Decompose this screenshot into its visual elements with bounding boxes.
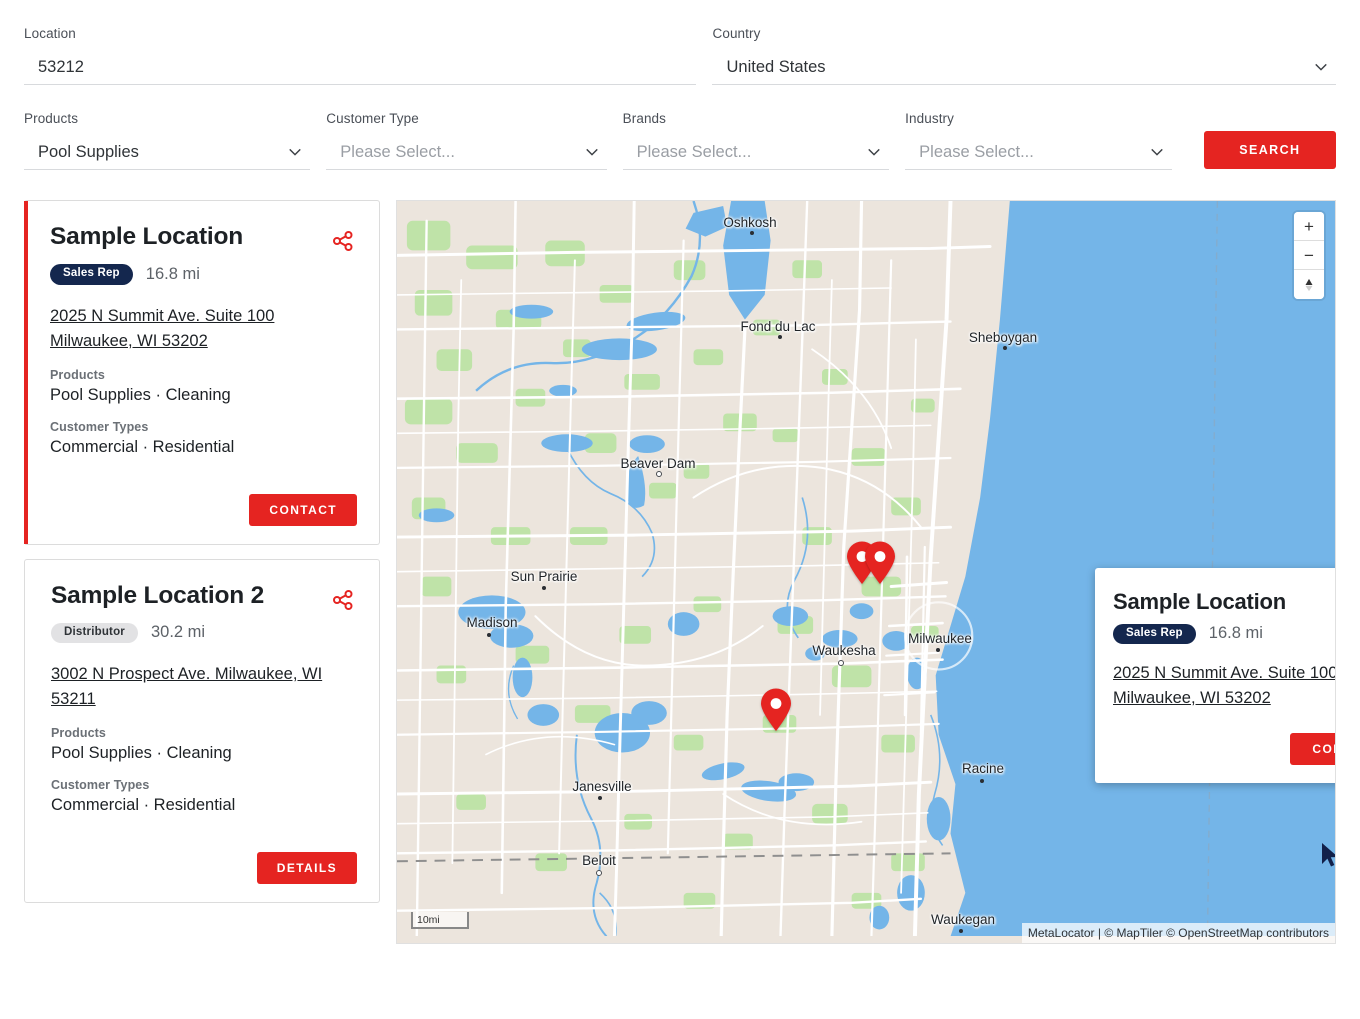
country-selected-value: United States: [712, 57, 1336, 77]
map-city-dot: [778, 335, 782, 339]
location-field: Location: [24, 26, 696, 85]
address-line-1: 2025 N Summit Ave. Suite 100: [50, 307, 274, 325]
search-button[interactable]: SEARCH: [1204, 131, 1336, 169]
products-selected-value: Pool Supplies: [24, 142, 310, 162]
map-city-dot: [750, 231, 754, 235]
address-line-2: Milwaukee, WI 53202: [1113, 689, 1271, 707]
map-city-dot: [936, 648, 940, 652]
map-city-dot: [656, 471, 662, 477]
results-list: Sample Location Sales Rep 16.8 mi: [24, 200, 380, 944]
products-group: Products Pool Supplies · Cleaning: [50, 368, 357, 406]
map-popup[interactable]: × Sample Location Sales Rep 16.8 mi 2025…: [1095, 568, 1336, 783]
customer-types-group-value: Commercial · Residential: [51, 794, 357, 816]
zoom-out-button[interactable]: −: [1294, 241, 1324, 270]
distance-text: 16.8 mi: [146, 265, 200, 284]
map-city-dot: [838, 660, 844, 666]
map-city-dot: [598, 796, 602, 800]
customer-type-field: Customer Type Please Select...: [326, 111, 606, 170]
customer-types-group-value: Commercial · Residential: [50, 436, 357, 458]
brands-field: Brands Please Select...: [623, 111, 890, 170]
map-marker-sample-location-2[interactable]: [759, 688, 793, 732]
popup-actions: CONTACT: [1113, 733, 1336, 765]
customer-types-group-label: Customer Types: [51, 778, 357, 792]
products-select[interactable]: Pool Supplies: [24, 135, 310, 170]
map-scale-bar: 10mi: [411, 912, 469, 929]
card-actions: DETAILS: [51, 852, 357, 884]
country-label: Country: [712, 26, 1336, 41]
search-form-row-primary: Location Country United States: [24, 26, 1336, 85]
address-link[interactable]: 2025 N Summit Ave. Suite 100 Milwaukee, …: [1113, 661, 1336, 711]
map-city-dot: [1003, 346, 1007, 350]
location-title: Sample Location: [50, 223, 243, 250]
customer-types-group-label: Customer Types: [50, 420, 357, 434]
industry-field: Industry Please Select...: [905, 111, 1172, 170]
list-item[interactable]: Sample Location Sales Rep 16.8 mi: [24, 200, 380, 545]
location-label: Location: [24, 26, 696, 41]
products-label: Products: [24, 111, 310, 126]
address-link[interactable]: 2025 N Summit Ave. Suite 100 Milwaukee, …: [50, 304, 357, 354]
distance-text: 16.8 mi: [1209, 624, 1263, 643]
industry-selected-value: Please Select...: [905, 142, 1172, 162]
customer-type-selected-value: Please Select...: [326, 142, 606, 162]
card-meta: Sales Rep 16.8 mi: [50, 264, 357, 285]
industry-select[interactable]: Please Select...: [905, 135, 1172, 170]
popup-title: Sample Location: [1113, 590, 1336, 615]
status-badge: Sales Rep: [1113, 624, 1196, 645]
industry-label: Industry: [905, 111, 1172, 126]
map-canvas[interactable]: OshkoshFond du LacSheboyganBeaver DamSun…: [396, 200, 1336, 944]
card-header: Sample Location: [50, 223, 357, 255]
contact-button[interactable]: CONTACT: [1290, 733, 1336, 765]
address-line-1: 2025 N Summit Ave. Suite 100: [1113, 664, 1336, 682]
customer-type-label: Customer Type: [326, 111, 606, 126]
map-city-dot: [487, 633, 491, 637]
products-group-value: Pool Supplies · Cleaning: [50, 384, 357, 406]
search-form: Location Country United States Products …: [0, 0, 1360, 170]
location-control[interactable]: [24, 50, 696, 85]
status-badge: Sales Rep: [50, 264, 133, 285]
address-line-1: 3002 N Prospect Ave. Milwaukee, WI: [51, 665, 322, 683]
compass-icon: [1302, 277, 1316, 293]
zoom-in-button[interactable]: +: [1294, 212, 1324, 241]
search-form-row-filters: Products Pool Supplies Customer Type Ple…: [24, 111, 1336, 170]
list-item[interactable]: Sample Location 2 Distributor 30.2 mi: [24, 559, 380, 904]
card-header: Sample Location 2: [51, 582, 357, 614]
products-group-label: Products: [51, 726, 357, 740]
map-zoom-controls: + −: [1294, 212, 1324, 299]
location-input[interactable]: [24, 57, 696, 77]
card-actions: CONTACT: [50, 494, 357, 526]
country-select[interactable]: United States: [712, 50, 1336, 85]
card-meta: Distributor 30.2 mi: [51, 623, 357, 644]
address-link[interactable]: 3002 N Prospect Ave. Milwaukee, WI 53211: [51, 662, 357, 712]
products-group-value: Pool Supplies · Cleaning: [51, 742, 357, 764]
customer-types-group: Customer Types Commercial · Residential: [50, 420, 357, 458]
map-city-dot: [596, 870, 602, 876]
brands-label: Brands: [623, 111, 890, 126]
share-icon[interactable]: [329, 227, 357, 255]
map-attribution: MetaLocator | © MapTiler © OpenStreetMap…: [1022, 923, 1335, 943]
results-and-map: Sample Location Sales Rep 16.8 mi: [0, 200, 1360, 944]
products-group-label: Products: [50, 368, 357, 382]
details-button[interactable]: DETAILS: [257, 852, 357, 884]
country-field: Country United States: [712, 26, 1336, 85]
products-field: Products Pool Supplies: [24, 111, 310, 170]
brands-selected-value: Please Select...: [623, 142, 890, 162]
products-group: Products Pool Supplies · Cleaning: [51, 726, 357, 764]
map-city-dot: [959, 929, 963, 933]
results-panel: Sample Location Sales Rep 16.8 mi: [24, 200, 380, 944]
map-city-dot: [542, 586, 546, 590]
address-line-2: Milwaukee, WI 53202: [50, 332, 208, 350]
map-marker-sample-location-b[interactable]: [863, 541, 897, 585]
location-title: Sample Location 2: [51, 582, 264, 609]
popup-meta: Sales Rep 16.8 mi: [1113, 624, 1336, 645]
status-badge: Distributor: [51, 623, 138, 644]
map-city-dot: [980, 779, 984, 783]
distance-text: 30.2 mi: [151, 623, 205, 642]
share-icon[interactable]: [329, 586, 357, 614]
address-line-2: 53211: [51, 690, 96, 708]
customer-type-select[interactable]: Please Select...: [326, 135, 606, 170]
customer-types-group: Customer Types Commercial · Residential: [51, 778, 357, 816]
brands-select[interactable]: Please Select...: [623, 135, 890, 170]
contact-button[interactable]: CONTACT: [249, 494, 357, 526]
compass-reset-north-button[interactable]: [1294, 270, 1324, 299]
